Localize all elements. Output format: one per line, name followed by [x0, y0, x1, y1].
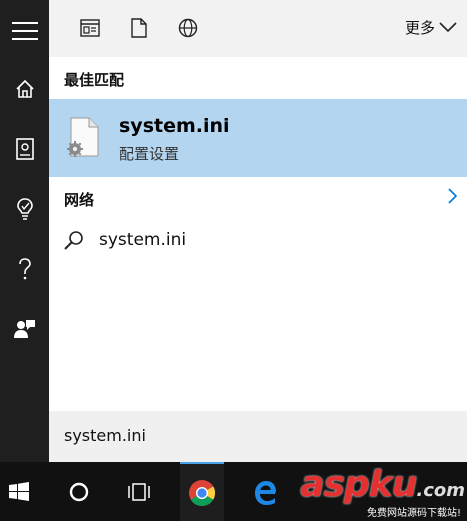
- apps-filter-button[interactable]: [79, 17, 101, 39]
- feedback-icon: [13, 320, 35, 338]
- more-label: 更多: [404, 19, 435, 37]
- web-search-text: system.ini: [99, 230, 187, 250]
- taskbar: aspku.com 免费网站源码下载站!: [0, 462, 467, 521]
- apps-icon: [80, 19, 100, 37]
- lightbulb-icon: [16, 198, 33, 220]
- home-button[interactable]: [0, 64, 49, 114]
- taskbar-chrome[interactable]: [180, 462, 224, 521]
- config-file-icon: [67, 117, 99, 157]
- search-box[interactable]: system.ini: [49, 411, 467, 462]
- notebook-button[interactable]: [0, 124, 49, 174]
- best-match-result[interactable]: system.ini 配置设置: [49, 99, 467, 177]
- edge-icon: [255, 480, 276, 505]
- best-match-heading: 最佳匹配: [64, 71, 125, 89]
- watermark-domain: .com: [416, 480, 465, 501]
- web-search-result[interactable]: system.ini: [49, 222, 467, 260]
- watermark: aspku.com 免费网站源码下载站!: [300, 464, 465, 519]
- network-heading: 网络: [64, 191, 95, 209]
- windows-start-icon: [9, 481, 29, 501]
- chevron-right-icon[interactable]: [448, 188, 458, 204]
- chrome-icon: [189, 479, 216, 506]
- help-button[interactable]: [0, 244, 49, 294]
- more-filters-button[interactable]: 更多: [405, 17, 457, 38]
- help-icon: [18, 258, 31, 280]
- insights-button[interactable]: [0, 184, 49, 234]
- web-globe-icon: [178, 18, 198, 38]
- document-icon: [131, 18, 147, 38]
- cortana-circle-icon: [69, 482, 89, 501]
- watermark-logo: aspku: [300, 464, 417, 505]
- watermark-tagline: 免费网站源码下载站!: [366, 508, 461, 519]
- notebook-icon: [15, 138, 34, 160]
- chevron-down-icon: [439, 22, 457, 33]
- filter-bar: 更多: [49, 0, 467, 57]
- home-icon: [15, 79, 34, 98]
- search-results-panel: 更多 最佳匹配 system.ini 配置设置 网络 system.ini sy…: [49, 0, 467, 462]
- documents-filter-button[interactable]: [128, 17, 150, 39]
- task-view-button[interactable]: [120, 462, 158, 521]
- hamburger-button[interactable]: [0, 6, 49, 56]
- task-view-icon: [128, 482, 150, 501]
- search-input[interactable]: system.ini: [64, 426, 146, 445]
- web-filter-button[interactable]: [177, 17, 199, 39]
- cortana-button[interactable]: [60, 462, 98, 521]
- best-match-subtitle: 配置设置: [119, 145, 180, 163]
- taskbar-edge[interactable]: [245, 462, 285, 521]
- search-icon: [64, 231, 83, 250]
- best-match-title: system.ini: [119, 115, 230, 137]
- start-button[interactable]: [0, 462, 38, 521]
- feedback-button[interactable]: [0, 304, 49, 354]
- left-rail: [0, 0, 49, 462]
- hamburger-icon: [11, 22, 38, 40]
